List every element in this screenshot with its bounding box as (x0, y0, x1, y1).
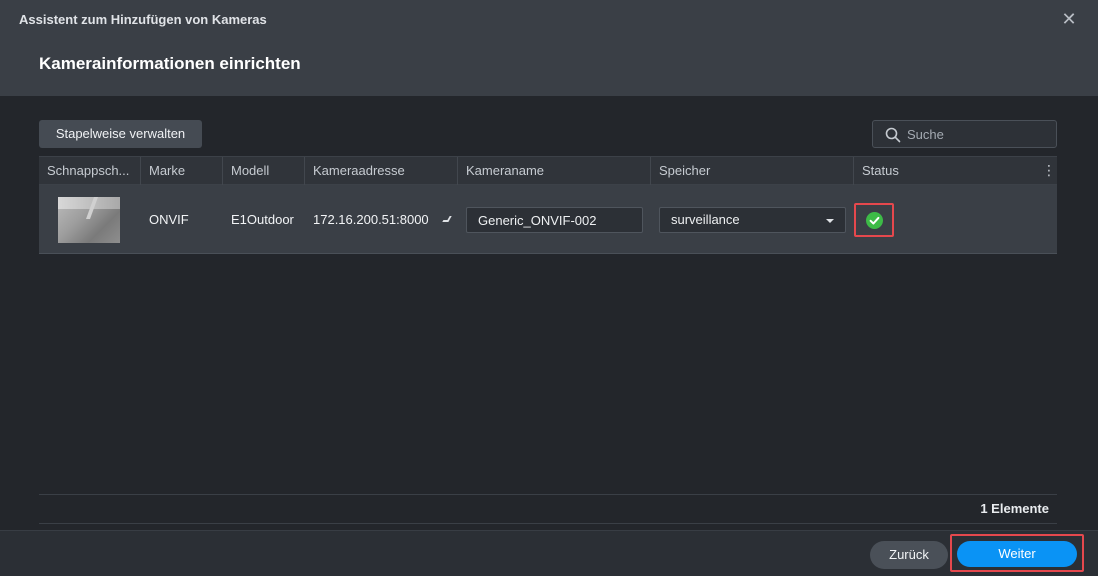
table-row[interactable]: ONVIF E1Outdoor 172.16.200.51:8000 surve… (39, 185, 1057, 254)
column-status[interactable]: Status (854, 157, 1041, 185)
column-address[interactable]: Kameraadresse (305, 157, 458, 185)
dialog-header: Assistent zum Hinzufügen von Kameras ✕ K… (0, 0, 1098, 96)
column-snapshot[interactable]: Schnappsch... (39, 157, 141, 185)
chevron-down-icon (826, 219, 834, 223)
batch-manage-button[interactable]: Stapelweise verwalten (39, 120, 202, 148)
column-menu-icon[interactable]: ⋮ (1041, 157, 1057, 185)
footer-divider (39, 523, 1057, 524)
item-count: 1 Elemente (980, 501, 1049, 516)
table-divider (39, 494, 1057, 495)
column-storage[interactable]: Speicher (651, 157, 854, 185)
address-cell: 172.16.200.51:8000 (313, 212, 429, 227)
column-camera-name[interactable]: Kameraname (458, 157, 651, 185)
storage-select[interactable]: surveillance (659, 207, 846, 233)
table-header: Schnappsch... Marke Modell Kameraadresse… (39, 156, 1057, 185)
column-brand[interactable]: Marke (141, 157, 223, 185)
search-box[interactable] (872, 120, 1057, 148)
dialog-footer: Zurück Weiter (0, 530, 1098, 576)
status-highlight (854, 203, 894, 237)
edit-icon[interactable] (442, 216, 452, 222)
search-icon (885, 127, 901, 143)
page-title: Kamerainformationen einrichten (39, 54, 301, 73)
camera-snapshot (58, 197, 120, 243)
next-highlight: Weiter (950, 534, 1084, 572)
model-cell: E1Outdoor (231, 212, 294, 227)
window-title: Assistent zum Hinzufügen von Kameras (19, 12, 267, 27)
check-circle-icon (866, 212, 883, 229)
brand-cell: ONVIF (149, 212, 189, 227)
column-model[interactable]: Modell (223, 157, 305, 185)
close-icon[interactable]: ✕ (1060, 10, 1078, 28)
search-input[interactable] (907, 124, 1052, 144)
next-button[interactable]: Weiter (957, 541, 1077, 567)
storage-select-value: surveillance (671, 212, 740, 227)
camera-name-input[interactable] (466, 207, 643, 233)
back-button[interactable]: Zurück (870, 541, 948, 569)
